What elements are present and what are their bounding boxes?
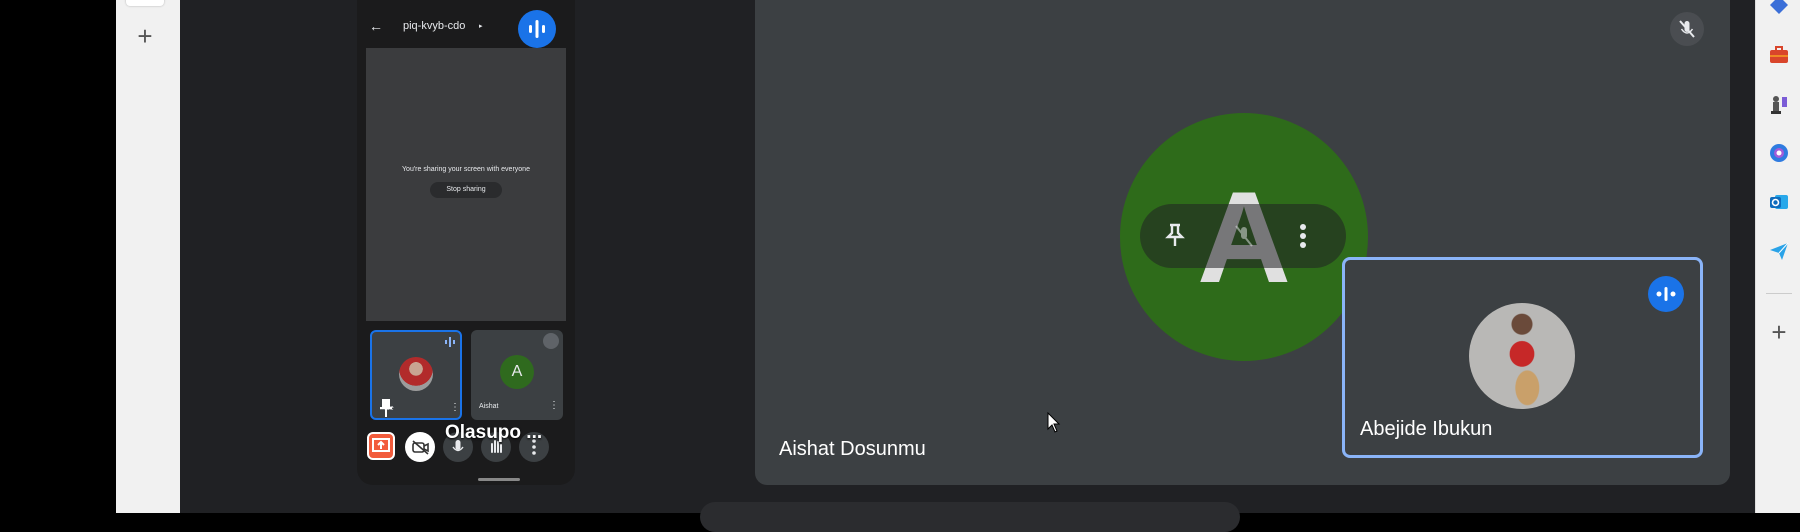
avatar-initial: A [500,355,534,389]
pin-cursor-icon [379,399,393,417]
self-view-tile[interactable]: Abejide Ibukun [1342,257,1703,458]
pin-icon[interactable] [1160,220,1190,250]
mini-participant-name: Aishat [479,403,499,410]
more-options-icon[interactable] [1298,222,1308,250]
avatar [1469,303,1575,409]
bottom-control-bar [700,502,1240,532]
audio-wave-icon [442,336,458,348]
outlook-icon[interactable] [1768,191,1790,213]
copilot-icon[interactable] [1768,142,1790,164]
browser-tab[interactable] [126,0,164,6]
stop-sharing-label: Stop sharing [446,186,486,193]
mic-off-icon [1670,12,1704,46]
browser-tab-strip [116,0,180,513]
mic-off-icon [543,333,559,349]
chess-icon[interactable] [1768,93,1790,115]
caret-right-icon: ▸ [479,23,483,30]
present-screen-button[interactable] [367,432,395,460]
screen-share-area: You're sharing your screen with everyone… [366,48,566,321]
more-options-icon[interactable]: ⋮ [549,400,559,411]
back-arrow-icon[interactable]: ← [369,18,385,34]
share-message: You're sharing your screen with everyone [402,166,530,173]
audio-wave-icon [1648,276,1684,312]
diamond-icon[interactable] [1768,0,1790,16]
add-plus-icon[interactable]: + [1767,319,1791,345]
camera-off-button[interactable] [405,432,435,462]
phone-status-bar [357,0,575,8]
tile-hover-controls [1140,204,1346,268]
briefcase-icon[interactable] [1768,44,1790,66]
new-tab-plus-icon[interactable]: + [133,23,157,49]
presenter-name-tag: Olasupo ... [445,422,543,443]
avatar [399,357,433,391]
mouse-cursor-icon [1047,412,1061,434]
mute-participant-icon[interactable] [1228,220,1260,252]
more-options-icon[interactable]: ⋮ [450,402,460,413]
stop-sharing-button[interactable]: Stop sharing [430,182,502,198]
self-name: Abejide Ibukun [1360,418,1493,440]
right-sidebar: + [1755,0,1800,513]
mini-participant-tile[interactable]: A Aishat ⋮ [471,330,563,420]
phone-home-indicator [478,478,520,481]
left-black-area [0,0,116,513]
participant-name: Aishat Dosunmu [779,438,926,460]
meeting-code[interactable]: piq-kvyb-cdo [403,20,465,32]
send-icon[interactable] [1768,240,1790,262]
audio-wave-icon [518,10,556,48]
sidebar-divider [1766,293,1792,294]
